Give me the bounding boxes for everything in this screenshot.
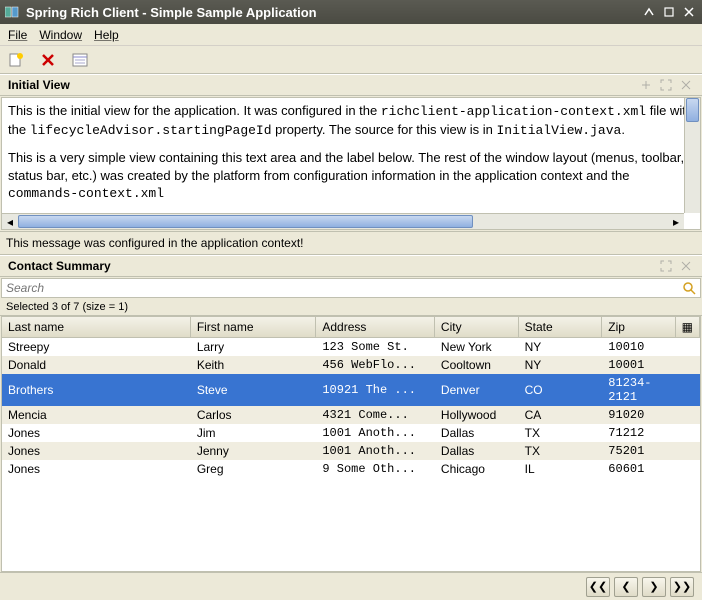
toolbar [0,46,702,74]
search-input[interactable] [6,281,682,295]
table-row[interactable]: BrothersSteve10921 The ...DenverCO81234-… [2,374,700,406]
initial-view-content: This is the initial view for the applica… [2,98,700,207]
app-icon [4,4,20,20]
close-button[interactable] [680,3,698,21]
close-panel-icon[interactable] [678,77,694,93]
last-page-button[interactable]: ❯❯ [670,577,694,597]
table-row[interactable]: JonesGreg9 Some Oth...ChicagoIL60601 [2,460,700,478]
status-message: This message was configured in the appli… [0,232,702,255]
vertical-scrollbar[interactable] [684,98,700,213]
table-row[interactable]: JonesJim1001 Anoth...DallasTX71212 [2,424,700,442]
initial-view-textarea[interactable]: This is the initial view for the applica… [1,97,701,230]
new-icon[interactable] [8,52,24,68]
horizontal-scrollbar[interactable]: ◂ ▸ [2,213,684,229]
scroll-right-icon[interactable]: ▸ [668,214,684,230]
table-header-row: Last name First name Address City State … [2,317,700,338]
initial-view-title: Initial View [8,78,634,92]
menu-file[interactable]: File [8,28,27,42]
contact-summary-panel: Contact Summary Selected 3 of 7 (size = … [0,255,702,600]
delete-icon[interactable] [40,52,56,68]
maximize-contact-icon[interactable] [658,258,674,274]
col-firstname[interactable]: First name [190,317,316,338]
menu-window[interactable]: Window [39,28,82,42]
contact-table[interactable]: Last name First name Address City State … [1,316,701,572]
next-page-button[interactable]: ❯ [642,577,666,597]
table-corner-button[interactable]: ▦ [675,317,699,338]
col-city[interactable]: City [434,317,518,338]
table-row[interactable]: DonaldKeith456 WebFlo...CooltownNY10001 [2,356,700,374]
search-row [1,278,701,298]
table-row[interactable]: JonesJenny1001 Anoth...DallasTX75201 [2,442,700,460]
col-state[interactable]: State [518,317,602,338]
prev-page-button[interactable]: ❮ [614,577,638,597]
col-zip[interactable]: Zip [602,317,675,338]
contact-summary-header: Contact Summary [0,255,702,277]
col-lastname[interactable]: Last name [2,317,190,338]
menubar: File Window Help [0,24,702,46]
close-contact-icon[interactable] [678,258,694,274]
initial-view-panel: Initial View This is the initial view fo… [0,74,702,232]
initial-view-header: Initial View [0,74,702,96]
table-row[interactable]: MenciaCarlos4321 Come...HollywoodCA91020 [2,406,700,424]
pin-icon[interactable] [638,77,654,93]
minimize-button[interactable] [640,3,658,21]
contact-summary-title: Contact Summary [8,259,654,273]
selection-info: Selected 3 of 7 (size = 1) [0,299,702,316]
maximize-panel-icon[interactable] [658,77,674,93]
window-title: Spring Rich Client - Simple Sample Appli… [26,5,638,20]
properties-icon[interactable] [72,52,88,68]
search-icon[interactable] [682,281,696,295]
titlebar: Spring Rich Client - Simple Sample Appli… [0,0,702,24]
table-row[interactable]: StreepyLarry123 Some St.New YorkNY10010 [2,338,700,357]
col-address[interactable]: Address [316,317,435,338]
menu-help[interactable]: Help [94,28,119,42]
nav-footer: ❮❮ ❮ ❯ ❯❯ [0,572,702,600]
first-page-button[interactable]: ❮❮ [586,577,610,597]
maximize-button[interactable] [660,3,678,21]
scroll-left-icon[interactable]: ◂ [2,214,18,230]
